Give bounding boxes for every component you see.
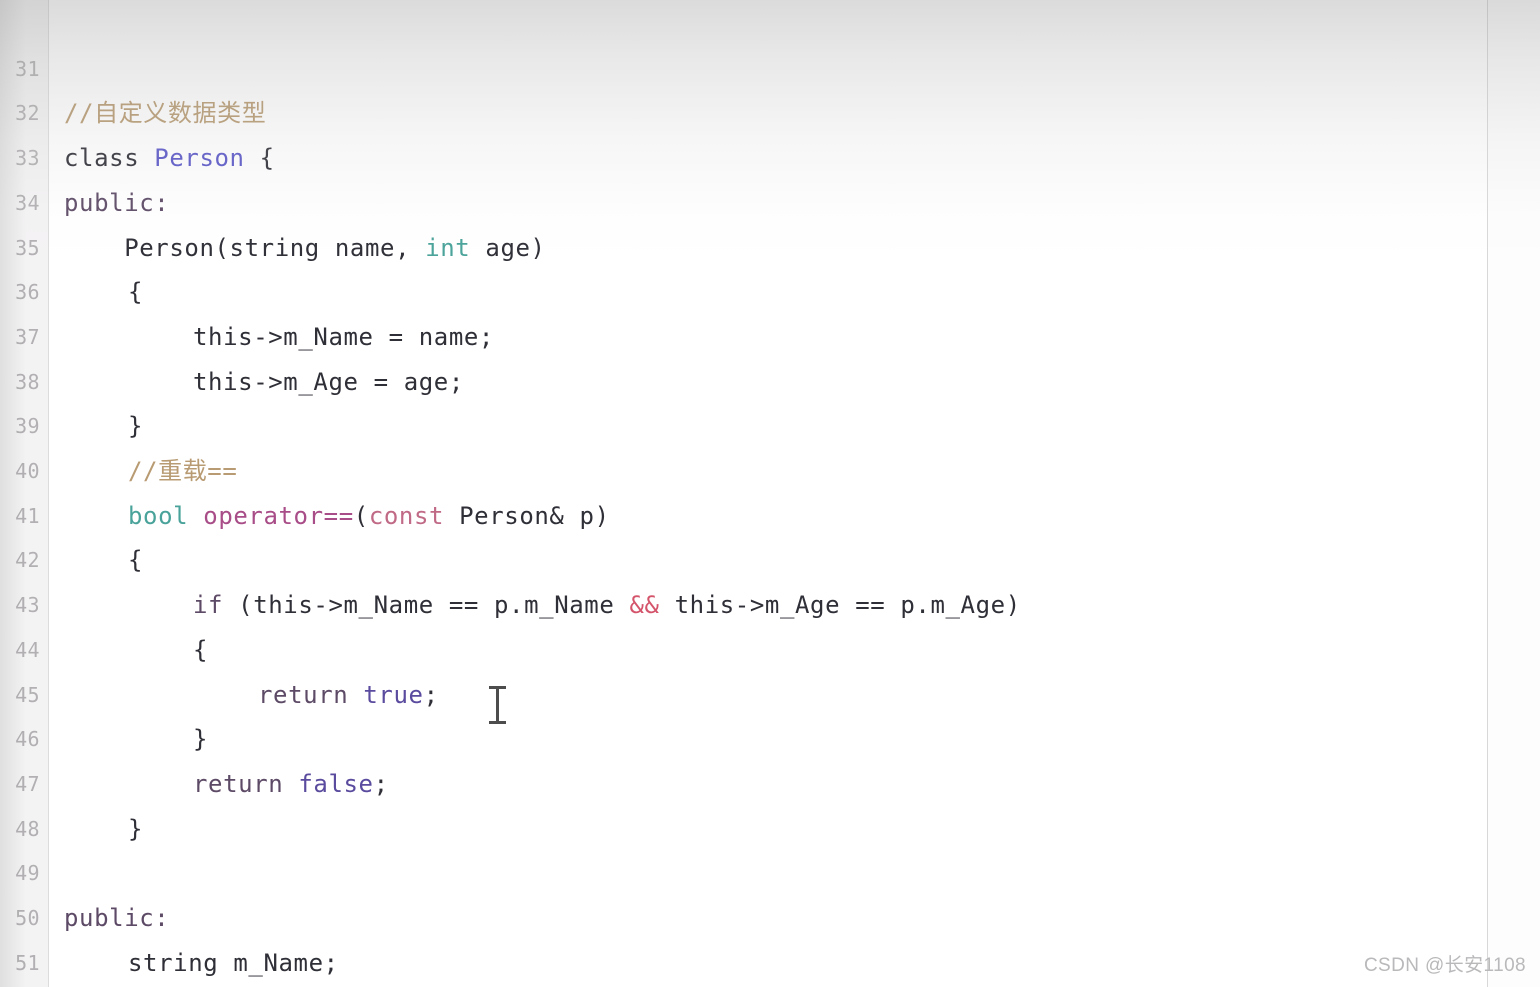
code-line[interactable]: 38 } <box>0 315 1487 441</box>
code-line[interactable]: 48 <box>0 762 1487 841</box>
code-editor-screenshot: 31 //自定义数据类型 32 class Person { 33 public… <box>0 0 1540 987</box>
code-line[interactable]: 34 Person(string name, int age) <box>0 136 1487 262</box>
code-line[interactable]: 33 public: <box>0 91 1487 217</box>
code-line[interactable]: 45 } <box>0 628 1487 754</box>
code-line[interactable]: 52 }; <box>0 941 1487 986</box>
ibeam-bottom-cap <box>489 721 506 724</box>
code-line[interactable]: 49 public: <box>0 807 1487 932</box>
code-text-area[interactable]: 31 //自定义数据类型 32 class Person { 33 public… <box>0 0 1487 987</box>
code-line[interactable]: 31 //自定义数据类型 <box>0 2 1487 128</box>
code-line[interactable]: 32 class Person { <box>0 47 1487 172</box>
right-edge-divider <box>1487 0 1488 987</box>
code-line[interactable]: 42 if (this->m_Name == p.m_Name && this-… <box>0 494 1487 619</box>
code-line[interactable]: 46 return false; <box>0 673 1487 798</box>
code-line[interactable]: 50 string m_Name; <box>0 851 1487 977</box>
code-line[interactable]: 39 //重载== <box>0 360 1487 485</box>
code-line[interactable]: 51 int m_Age; <box>0 896 1487 975</box>
code-line[interactable]: 37 this->m_Age = age; <box>0 270 1487 396</box>
ibeam-stem <box>496 688 499 722</box>
code-line[interactable]: 35 { <box>0 181 1487 307</box>
code-line[interactable]: 44 return true; <box>0 583 1487 709</box>
editor-right-margin <box>1488 0 1540 987</box>
code-line[interactable]: 43 { <box>0 538 1487 664</box>
code-line[interactable]: 40 bool operator==(const Person& p) <box>0 404 1487 530</box>
code-line[interactable]: 36 this->m_Name = name; <box>0 226 1487 351</box>
csdn-watermark: CSDN @长安1108 <box>1363 955 1526 976</box>
code-line[interactable]: 41 { <box>0 449 1487 575</box>
code-line[interactable]: 47 } <box>0 717 1487 843</box>
text-ibeam-cursor <box>489 684 506 726</box>
